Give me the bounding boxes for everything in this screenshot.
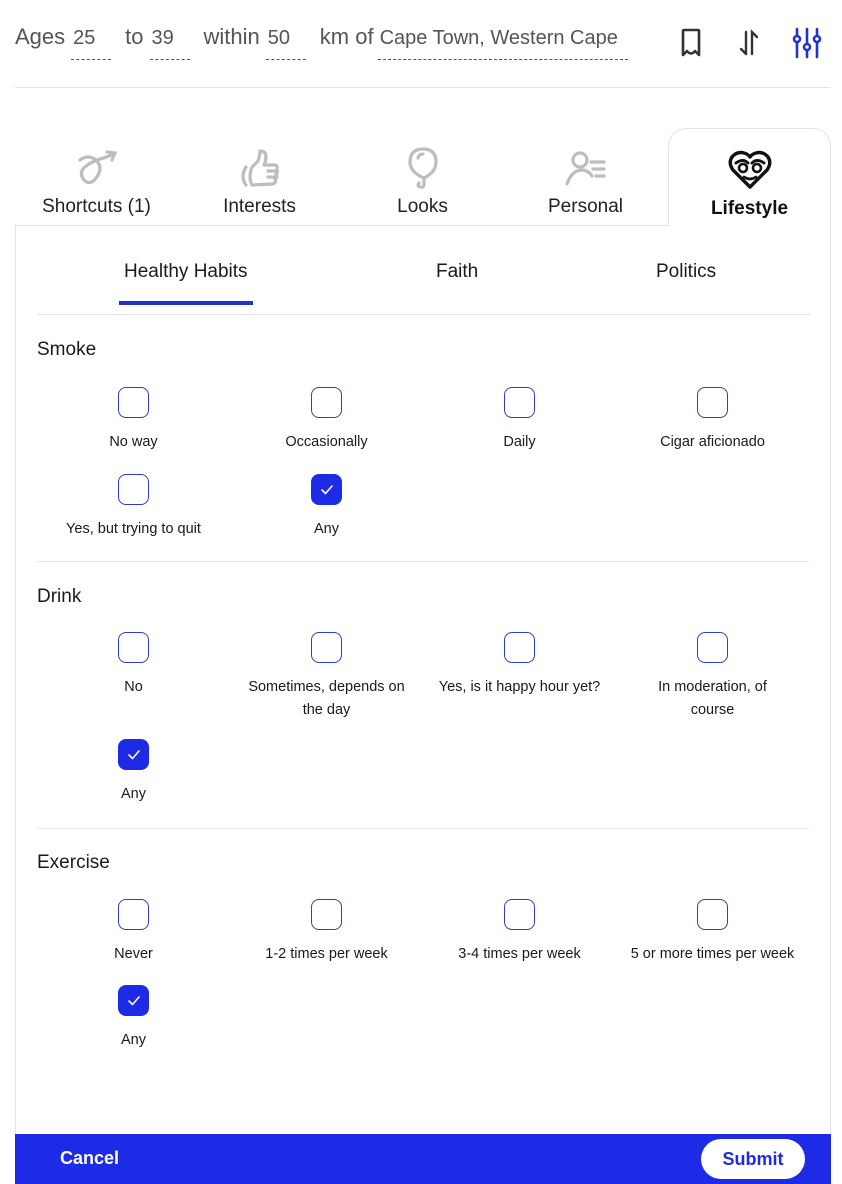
- option-no-way[interactable]: No way: [37, 387, 230, 454]
- check-icon: [127, 995, 140, 1006]
- check-icon: [127, 749, 140, 760]
- tab-label: Personal: [548, 196, 623, 217]
- checkbox[interactable]: [504, 899, 535, 930]
- tab-label: Shortcuts (1): [42, 196, 151, 217]
- option-in-moderation[interactable]: In moderation, of course: [616, 632, 809, 722]
- option-label: Never: [114, 946, 153, 962]
- option-label: Occasionally: [285, 434, 368, 450]
- checkbox[interactable]: [697, 899, 728, 930]
- section-smoke: Smoke No way Occasionally Daily Cigar af…: [37, 339, 809, 562]
- subtab-healthy-habits[interactable]: Healthy Habits: [119, 261, 253, 305]
- checkbox[interactable]: [697, 387, 728, 418]
- location-field[interactable]: Cape Town, Western Cape: [377, 27, 628, 60]
- header-divider: [15, 87, 830, 88]
- heart-face-icon: [728, 148, 772, 192]
- subtab-faith[interactable]: Faith: [436, 261, 478, 283]
- option-no[interactable]: No: [37, 632, 230, 699]
- tab-label: Looks: [397, 196, 448, 217]
- option-label: Sometimes, depends on the day: [248, 679, 405, 718]
- filter-sliders-icon[interactable]: [792, 26, 822, 60]
- tab-label: Interests: [223, 196, 296, 217]
- checkbox[interactable]: [504, 387, 535, 418]
- distance-field[interactable]: 50: [265, 27, 306, 60]
- sub-tabs: Healthy Habits Faith Politics: [38, 225, 810, 315]
- check-icon: [320, 484, 333, 495]
- option-label: No way: [109, 434, 158, 450]
- checkbox[interactable]: [118, 899, 149, 930]
- option-happy-hour[interactable]: Yes, is it happy hour yet?: [423, 632, 616, 699]
- checkbox[interactable]: [504, 632, 535, 663]
- thumbs-up-icon: [238, 146, 282, 190]
- option-label: Cigar aficionado: [660, 434, 765, 450]
- header-actions: [676, 26, 822, 60]
- filter-panel: Healthy Habits Faith Politics Smoke No w…: [15, 225, 831, 1135]
- section-drink: Drink No Sometimes, depends on the day Y…: [37, 586, 809, 829]
- balloon-icon: [406, 146, 440, 190]
- option-label: 3-4 times per week: [458, 946, 581, 962]
- checkbox-checked[interactable]: [311, 474, 342, 505]
- checkbox[interactable]: [311, 387, 342, 418]
- tab-interests[interactable]: Interests: [178, 128, 341, 226]
- age-max-field[interactable]: 39: [149, 27, 190, 60]
- tab-personal[interactable]: Personal: [504, 128, 667, 226]
- option-any[interactable]: Any: [37, 739, 230, 806]
- option-label: In moderation, of course: [658, 679, 767, 718]
- option-label: 1-2 times per week: [265, 946, 388, 962]
- option-label: Any: [314, 521, 339, 537]
- sort-icon[interactable]: [734, 26, 764, 60]
- option-label: Any: [121, 1032, 146, 1048]
- option-cigar-aficionado[interactable]: Cigar aficionado: [616, 387, 809, 454]
- option-label: 5 or more times per week: [630, 946, 795, 962]
- person-list-icon: [564, 146, 608, 190]
- option-1-2-times[interactable]: 1-2 times per week: [230, 899, 423, 966]
- option-3-4-times[interactable]: 3-4 times per week: [423, 899, 616, 966]
- section-title: Drink: [37, 586, 82, 607]
- option-label: Any: [121, 786, 146, 802]
- category-tabs: Shortcuts (1) Interests Looks Personal L…: [15, 128, 831, 226]
- option-trying-to-quit[interactable]: Yes, but trying to quit: [37, 474, 230, 541]
- age-min-field[interactable]: 25: [71, 27, 112, 60]
- checkbox-checked[interactable]: [118, 739, 149, 770]
- to-label: to: [125, 24, 144, 49]
- submit-button[interactable]: Submit: [701, 1139, 805, 1179]
- checkbox[interactable]: [118, 474, 149, 505]
- tab-label: Lifestyle: [710, 198, 789, 219]
- search-summary: Ages 25 to 39 within 50 km of Cape Town,…: [15, 24, 628, 64]
- option-label: Daily: [503, 434, 536, 450]
- footer-bar: Cancel Submit: [15, 1134, 831, 1184]
- option-never[interactable]: Never: [37, 899, 230, 966]
- option-any[interactable]: Any: [230, 474, 423, 541]
- ages-label: Ages: [15, 24, 66, 49]
- option-label: Yes, is it happy hour yet?: [438, 679, 601, 695]
- unit-label: km of: [319, 24, 374, 49]
- option-daily[interactable]: Daily: [423, 387, 616, 454]
- option-5-or-more[interactable]: 5 or more times per week: [616, 899, 809, 966]
- within-label: within: [203, 24, 260, 49]
- bookmark-icon[interactable]: [676, 26, 706, 60]
- checkbox[interactable]: [118, 632, 149, 663]
- tab-shortcuts[interactable]: Shortcuts (1): [15, 128, 178, 226]
- tab-lifestyle[interactable]: Lifestyle: [668, 128, 831, 226]
- checkbox[interactable]: [311, 632, 342, 663]
- option-label: Yes, but trying to quit: [66, 521, 201, 537]
- cancel-button[interactable]: Cancel: [60, 1148, 119, 1169]
- subtab-politics[interactable]: Politics: [656, 261, 716, 283]
- checkbox[interactable]: [697, 632, 728, 663]
- option-label: No: [124, 679, 143, 695]
- checkbox[interactable]: [311, 899, 342, 930]
- option-sometimes[interactable]: Sometimes, depends on the day: [230, 632, 423, 722]
- option-any[interactable]: Any: [37, 985, 230, 1052]
- section-exercise: Exercise Never 1-2 times per week 3-4 ti…: [37, 852, 809, 1052]
- section-title: Smoke: [37, 339, 97, 360]
- section-title: Exercise: [37, 852, 110, 873]
- checkbox-checked[interactable]: [118, 985, 149, 1016]
- shortcuts-icon: [74, 146, 120, 190]
- checkbox[interactable]: [118, 387, 149, 418]
- option-occasionally[interactable]: Occasionally: [230, 387, 423, 454]
- tab-looks[interactable]: Looks: [341, 128, 504, 226]
